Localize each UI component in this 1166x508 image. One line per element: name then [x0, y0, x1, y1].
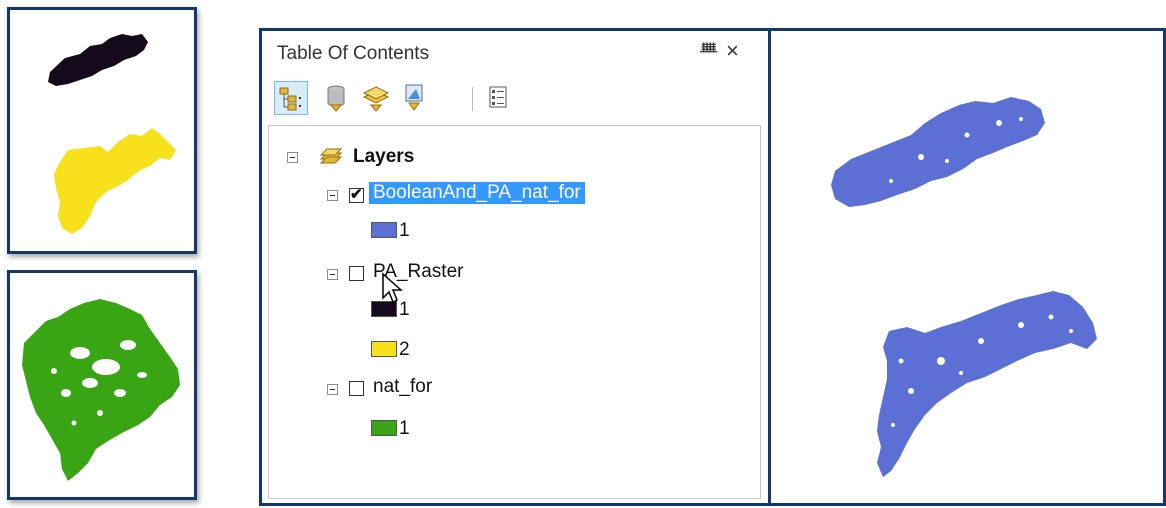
options-button[interactable]: [482, 81, 516, 115]
layers-group-label[interactable]: Layers: [353, 146, 414, 168]
layer-collapse-toggle-pa-raster[interactable]: [327, 269, 338, 280]
legend-swatch-nat-for-1: [371, 420, 397, 436]
layer-collapse-toggle-booleanand[interactable]: [327, 190, 338, 201]
layer-visibility-checkbox-nat-for[interactable]: [349, 381, 364, 396]
result-map-panel: [768, 28, 1166, 506]
list-by-selection-button[interactable]: [398, 81, 432, 115]
layer-name-booleanand[interactable]: BooleanAnd_PA_nat_for: [369, 182, 585, 204]
list-drawing-order-icon: [279, 87, 301, 111]
mouse-pointer-icon: [382, 272, 403, 304]
table-of-contents-window: Table Of Contents ᚙ × Layers ✔ BooleanAn…: [259, 28, 768, 506]
database-icon: [327, 85, 345, 112]
list-by-drawing-order-button[interactable]: [274, 81, 308, 115]
close-icon[interactable]: ×: [726, 38, 739, 64]
result-region-south: [877, 291, 1097, 477]
layers-group-icon: [319, 148, 343, 164]
toc-title-bar: Table Of Contents ᚙ ×: [262, 31, 768, 71]
legend-swatch-pa-raster-2: [371, 341, 397, 357]
layer-visibility-checkbox-pa-raster[interactable]: [349, 266, 364, 281]
pa-class-1-region: [48, 34, 148, 86]
toc-tree: Layers ✔ BooleanAnd_PA_nat_for 1 PA_Rast…: [268, 125, 761, 499]
toc-toolbar: [274, 81, 574, 117]
pa-raster-map: [48, 34, 176, 234]
layer-collapse-toggle-nat-for[interactable]: [327, 384, 338, 395]
selection-layer-icon: [405, 84, 423, 111]
list-by-visibility-button[interactable]: [360, 81, 394, 115]
toolbar-separator: [472, 87, 473, 111]
legend-label-pa-raster-2: 2: [399, 339, 410, 360]
pa-raster-map-panel: [7, 7, 197, 254]
list-by-source-button[interactable]: [320, 81, 354, 115]
layer-name-nat-for[interactable]: nat_for: [373, 376, 432, 398]
layers-icon: [362, 86, 390, 112]
layer-visibility-checkbox-booleanand[interactable]: ✔: [349, 186, 364, 203]
legend-label-booleanand-1: 1: [399, 220, 410, 241]
result-region-north: [831, 97, 1045, 207]
toc-title: Table Of Contents: [277, 43, 430, 64]
legend-swatch-booleanand-1: [371, 222, 397, 238]
forest-region: [22, 299, 180, 481]
legend-label-nat-for-1: 1: [399, 418, 410, 439]
pa-class-2-region: [54, 128, 176, 234]
nat-for-map-panel: [7, 270, 197, 500]
checkmark-icon: ✔: [350, 186, 363, 203]
layers-group-collapse-toggle[interactable]: [287, 152, 298, 163]
booleanand-result-map: [831, 97, 1097, 477]
nat-for-map: [22, 299, 180, 481]
auto-hide-pin-icon[interactable]: ᚙ: [700, 42, 717, 60]
options-list-icon: [489, 86, 507, 108]
